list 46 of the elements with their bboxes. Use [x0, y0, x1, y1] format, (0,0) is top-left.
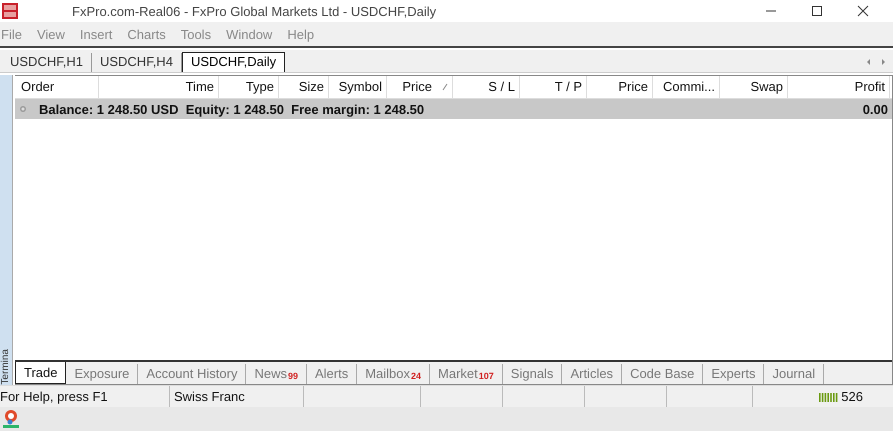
menu-item[interactable]: Window	[226, 26, 272, 42]
terminal-tab[interactable]: Trade	[15, 362, 66, 384]
close-icon[interactable]	[857, 5, 869, 17]
terminal-tab[interactable]: Signals	[502, 364, 562, 384]
traffic-reading: 526	[841, 389, 863, 404]
column-header[interactable]: Commi...	[653, 76, 720, 98]
terminal-side-bar[interactable]: Termina	[0, 75, 13, 385]
terminal-tab[interactable]: News99	[246, 364, 307, 384]
terminal-tab[interactable]: Journal	[764, 364, 824, 384]
connection-bars-icon	[819, 392, 840, 402]
menu-item[interactable]: Tools	[180, 26, 212, 42]
terminal-tab[interactable]: Alerts	[306, 364, 358, 384]
column-header[interactable]: Profit	[788, 76, 890, 98]
terminal-tab[interactable]: Code Base	[622, 364, 704, 384]
menu-item[interactable]: Help	[287, 26, 314, 42]
app-icon[interactable]	[3, 409, 19, 428]
app-logo-icon	[2, 3, 18, 19]
column-header[interactable]: Swap	[720, 76, 788, 98]
menu-item[interactable]: Charts	[127, 26, 166, 42]
collapse-icon	[19, 105, 27, 113]
scroll-left-icon[interactable]	[865, 58, 873, 66]
terminal-tab[interactable]: Experts	[703, 364, 764, 384]
column-header[interactable]: Time	[99, 76, 219, 98]
chart-tab[interactable]: USDCHF,Daily	[182, 52, 286, 72]
terminal-tab[interactable]: Mailbox24	[357, 364, 430, 384]
column-header[interactable]: T / P	[520, 76, 587, 98]
terminal-tab[interactable]: Account History	[138, 364, 246, 384]
scroll-right-icon[interactable]	[879, 58, 887, 66]
menu-item[interactable]: File	[1, 26, 22, 42]
chart-tab[interactable]: USDCHF,H1	[2, 53, 92, 72]
column-header[interactable]: Size	[279, 76, 329, 98]
column-header[interactable]: Price	[587, 76, 653, 98]
column-header[interactable]: Price	[387, 76, 453, 98]
column-header[interactable]: S / L	[453, 76, 520, 98]
column-header[interactable]: Symbol	[329, 76, 387, 98]
balance-summary: Balance: 1 248.50 USD Equity: 1 248.50 Free margin: 1 248.50	[39, 102, 424, 116]
terminal-tab[interactable]: Market107	[430, 364, 503, 384]
menu-item[interactable]: View	[36, 26, 65, 42]
terminal-tab[interactable]: Articles	[562, 364, 622, 384]
window-title: FxPro.com-Real06 - FxPro Global Markets Ltd - USDCHF,Daily	[72, 4, 436, 18]
column-header[interactable]: Order	[15, 76, 99, 98]
terminal-tab[interactable]: Exposure	[66, 364, 138, 384]
column-header[interactable]: Type	[219, 76, 279, 98]
menu-item[interactable]: Insert	[80, 26, 112, 42]
maximize-icon[interactable]	[811, 5, 823, 17]
profit-total: 0.00	[862, 102, 888, 116]
